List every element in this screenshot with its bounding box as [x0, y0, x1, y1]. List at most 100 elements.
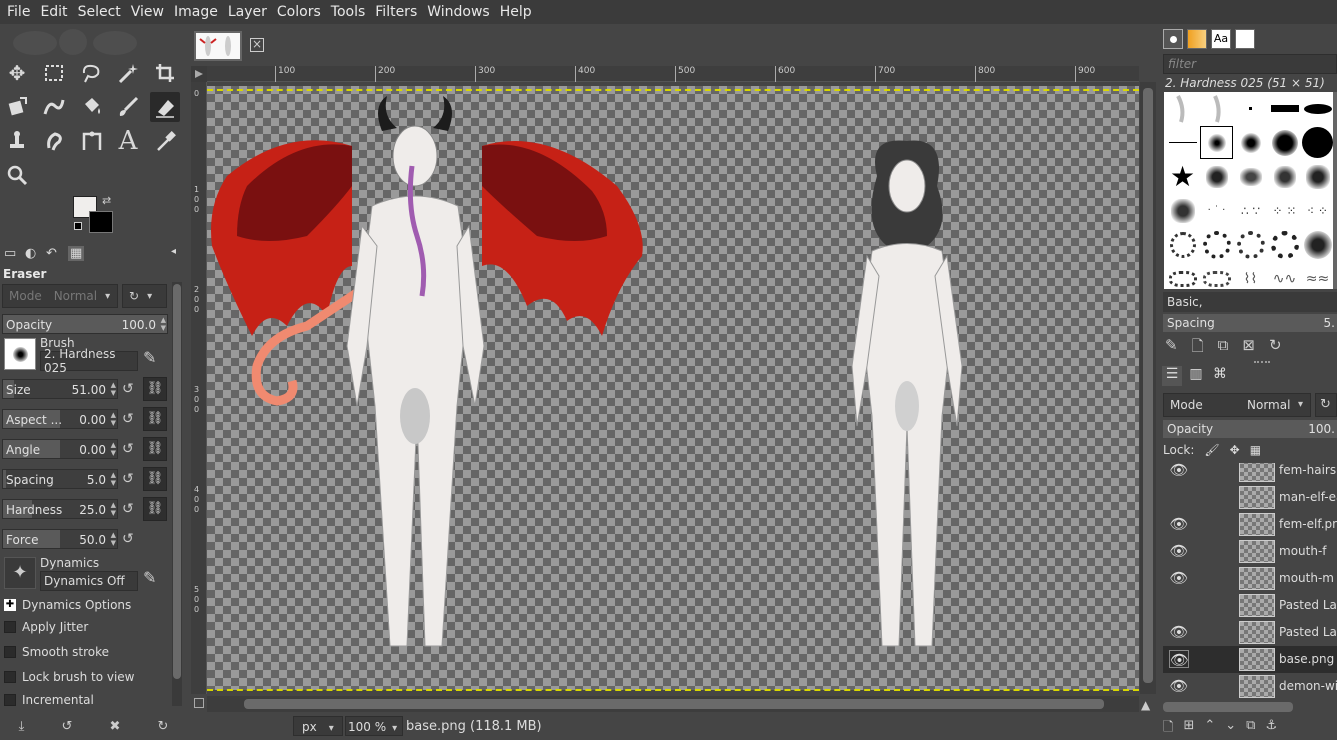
brush-item[interactable]: [1234, 126, 1267, 159]
dynamics-preview[interactable]: ✦: [4, 557, 36, 589]
brush-item[interactable]: ∿∿: [1268, 262, 1301, 289]
layer-row[interactable]: man-elf-ea: [1163, 484, 1337, 511]
lock-alpha-icon[interactable]: ▦: [1250, 443, 1261, 457]
brush-grid-scrollbar[interactable]: [1333, 92, 1337, 289]
brush-item[interactable]: [1200, 262, 1233, 289]
spin-arrows-icon[interactable]: ▲ ▼: [111, 501, 116, 517]
brush-item[interactable]: [1301, 160, 1334, 193]
delete-options-icon[interactable]: ✖: [109, 719, 120, 734]
aspect-slider[interactable]: Aspect ... 0.00 ▲ ▼: [2, 409, 118, 429]
eye-icon[interactable]: [1169, 596, 1189, 614]
dynamics-options-expander[interactable]: ✚ Dynamics Options: [4, 598, 131, 612]
paintbrush-tool-icon[interactable]: [113, 92, 143, 122]
paths-tool-icon[interactable]: [76, 126, 106, 156]
image-canvas[interactable]: [207, 86, 1139, 690]
brush-item[interactable]: [1268, 126, 1301, 159]
spacing-slider[interactable]: Spacing 5.0 ▲ ▼: [2, 469, 118, 489]
eye-icon[interactable]: 👁: [1169, 463, 1189, 479]
zoom-tool-icon[interactable]: [2, 160, 32, 190]
mode-combo[interactable]: Mode Normal ▾: [2, 284, 118, 308]
eye-icon[interactable]: 👁: [1169, 623, 1189, 641]
navigate-icon[interactable]: ▲: [1141, 698, 1150, 712]
hardness-reset-icon[interactable]: ↺: [122, 501, 138, 517]
brush-item[interactable]: ⁘ ⁙: [1268, 194, 1301, 227]
crop-tool-icon[interactable]: [150, 58, 180, 88]
menu-file[interactable]: File: [2, 4, 35, 20]
smudge-tool-icon[interactable]: [39, 126, 69, 156]
brush-grid[interactable]: ★ · ˙ · ∴ ∵ ⁘ ⁙ ⁖ ⁘ ⌇⌇ ∿∿ ≈≈: [1164, 92, 1335, 289]
channels-tab-icon[interactable]: ▥: [1186, 366, 1206, 386]
brush-item[interactable]: ⌇⌇: [1234, 262, 1267, 289]
layer-list-scrollbar[interactable]: [1163, 702, 1293, 712]
layer-row[interactable]: 👁 Pasted Lay: [1163, 619, 1337, 646]
brush-item[interactable]: ⁖ ⁘: [1301, 194, 1334, 227]
horizontal-scrollbar[interactable]: [207, 696, 1139, 712]
size-link-icon[interactable]: ⛓: [143, 377, 167, 401]
bucket-fill-tool-icon[interactable]: [76, 92, 106, 122]
menu-colors[interactable]: Colors: [272, 4, 326, 20]
smooth-stroke-checkbox[interactable]: Smooth stroke: [4, 645, 109, 659]
fonts-tab-icon[interactable]: Aa: [1211, 29, 1231, 49]
brush-filter-input[interactable]: filter: [1163, 54, 1337, 74]
menu-layer[interactable]: Layer: [223, 4, 272, 20]
angle-link-icon[interactable]: ⛓: [143, 437, 167, 461]
device-status-tab-icon[interactable]: ◐: [25, 246, 36, 261]
dynamics-field[interactable]: Dynamics Off: [40, 571, 138, 591]
brush-item[interactable]: [1301, 126, 1334, 159]
spacing-reset-icon[interactable]: ↺: [122, 471, 138, 487]
layer-row[interactable]: 👁 mouth-f: [1163, 538, 1337, 565]
configure-tab-icon[interactable]: ◂: [171, 246, 176, 257]
paths-tab-icon[interactable]: ⌘: [1210, 366, 1230, 386]
images-tab-icon[interactable]: ▦: [68, 246, 85, 261]
ruler-corner-icon[interactable]: [191, 66, 207, 82]
background-color[interactable]: [89, 211, 113, 233]
unified-transform-tool-icon[interactable]: [2, 92, 32, 122]
layer-mode-reset-icon[interactable]: ↻: [1315, 393, 1337, 417]
aspect-reset-icon[interactable]: ↺: [122, 411, 138, 427]
refresh-brushes-icon[interactable]: ↻: [1269, 336, 1282, 361]
aspect-link-icon[interactable]: ⛓: [143, 407, 167, 431]
menu-filters[interactable]: Filters: [370, 4, 422, 20]
brush-name-field[interactable]: 2. Hardness 025: [40, 347, 138, 375]
spin-arrows-icon[interactable]: ▲ ▼: [111, 441, 116, 457]
size-reset-icon[interactable]: ↺: [122, 381, 138, 397]
eye-icon[interactable]: 👁: [1169, 542, 1189, 560]
spacing-link-icon[interactable]: ⛓: [143, 467, 167, 491]
menu-image[interactable]: Image: [169, 4, 223, 20]
layer-row[interactable]: 👁 fem-elf.pn: [1163, 511, 1337, 538]
layer-row[interactable]: Pasted Lay: [1163, 592, 1337, 619]
image-tab-thumbnail[interactable]: [194, 31, 242, 61]
eye-icon[interactable]: 👁: [1169, 569, 1189, 587]
document-history-tab-icon[interactable]: [1235, 29, 1255, 49]
brush-item[interactable]: ★: [1166, 160, 1199, 193]
clone-tool-icon[interactable]: [2, 126, 32, 156]
brush-item[interactable]: [1268, 92, 1301, 125]
brush-item-selected[interactable]: [1200, 126, 1233, 159]
brush-item[interactable]: [1166, 228, 1199, 261]
size-slider[interactable]: Size 51.00 ▲ ▼: [2, 379, 118, 399]
menu-help[interactable]: Help: [495, 4, 537, 20]
brush-item[interactable]: [1166, 126, 1199, 159]
edit-dynamics-icon[interactable]: ✎: [143, 568, 156, 587]
new-brush-icon[interactable]: 🗋: [1192, 336, 1204, 361]
lock-position-icon[interactable]: ✥: [1230, 443, 1240, 457]
spin-arrows-icon[interactable]: ▲ ▼: [111, 471, 116, 487]
brush-preview[interactable]: [4, 338, 36, 370]
force-slider[interactable]: Force 50.0 ▲ ▼: [2, 529, 118, 549]
warp-transform-tool-icon[interactable]: [39, 92, 69, 122]
brush-item[interactable]: [1166, 262, 1199, 289]
menu-windows[interactable]: Windows: [422, 4, 495, 20]
undo-history-tab-icon[interactable]: ↶: [46, 246, 57, 261]
unit-selector[interactable]: px ▾: [293, 716, 343, 736]
duplicate-brush-icon[interactable]: ⧉: [1218, 336, 1229, 361]
swap-colors-icon[interactable]: ⇄: [102, 194, 111, 207]
brush-item[interactable]: ≈≈: [1301, 262, 1334, 289]
close-tab-icon[interactable]: ×: [250, 38, 264, 52]
brush-item[interactable]: [1301, 228, 1334, 261]
spin-arrows-icon[interactable]: ▲ ▼: [111, 411, 116, 427]
edit-brush-icon[interactable]: ✎: [1165, 336, 1178, 361]
reset-colors-icon[interactable]: [74, 222, 82, 230]
brush-item[interactable]: [1268, 228, 1301, 261]
move-tool-icon[interactable]: ✥: [2, 58, 32, 88]
brush-item[interactable]: [1200, 160, 1233, 193]
